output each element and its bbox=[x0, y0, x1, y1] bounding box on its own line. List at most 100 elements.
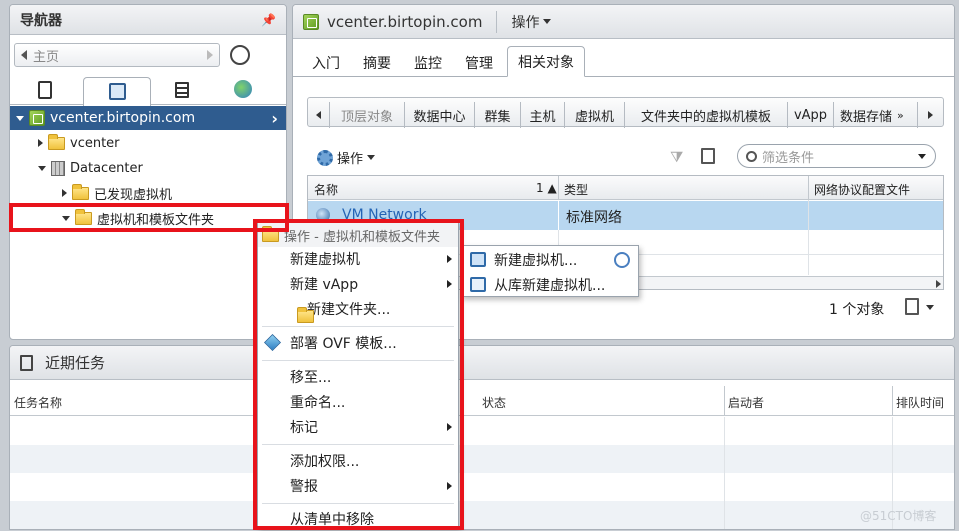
menu-item-tags[interactable]: 标记 bbox=[258, 415, 458, 439]
crumb-scroll-right[interactable] bbox=[918, 102, 942, 128]
menu-item-new-vapp[interactable]: 新建 vApp bbox=[258, 272, 458, 296]
column-divider[interactable] bbox=[808, 176, 809, 200]
scroll-right-icon[interactable] bbox=[936, 280, 941, 288]
crumb-cluster[interactable]: 群集 bbox=[475, 102, 521, 128]
menu-item-rename[interactable]: 重命名... bbox=[258, 390, 458, 414]
crumb-top-level[interactable]: 顶层对象 bbox=[330, 102, 405, 128]
home-nav-bar[interactable]: 主页 bbox=[14, 43, 220, 67]
clear-filter-icon[interactable]: ⧩ bbox=[670, 148, 683, 166]
header-actions-menu[interactable]: 操作 bbox=[511, 12, 552, 32]
filter-placeholder: 筛选条件 bbox=[762, 150, 815, 166]
dropdown-arrow-icon[interactable] bbox=[918, 153, 926, 159]
object-count: 1 个对象 bbox=[829, 302, 885, 318]
collapse-arrow-icon[interactable] bbox=[62, 215, 70, 221]
crumb-vm[interactable]: 虚拟机 bbox=[565, 102, 625, 128]
folder-icon bbox=[48, 133, 65, 150]
back-arrow-icon[interactable] bbox=[21, 50, 27, 60]
collapse-arrow-icon[interactable] bbox=[38, 165, 46, 171]
column-divider[interactable] bbox=[892, 386, 893, 416]
menu-item-new-folder[interactable]: 新建文件夹... bbox=[258, 297, 458, 323]
tab-summary[interactable]: 摘要 bbox=[356, 49, 398, 77]
vms-templates-tab[interactable] bbox=[83, 77, 151, 106]
crumb-datastore[interactable]: 数据存储 » bbox=[834, 102, 918, 128]
tab-manage[interactable]: 管理 bbox=[458, 49, 500, 77]
forward-arrow-icon[interactable] bbox=[207, 50, 213, 60]
crumb-scroll-left[interactable] bbox=[308, 102, 330, 128]
crumb-vm-templates-in-folder[interactable]: 文件夹中的虚拟机模板 bbox=[625, 102, 788, 128]
clock-icon[interactable] bbox=[614, 252, 630, 268]
column-header-task-name[interactable]: 任务名称 bbox=[14, 394, 62, 411]
column-divider[interactable] bbox=[558, 176, 559, 200]
menu-separator bbox=[262, 444, 454, 445]
menu-item-label: 新建文件夹... bbox=[307, 302, 391, 318]
new-vm-submenu: 新建虚拟机... 从库新建虚拟机... bbox=[461, 245, 639, 297]
dropdown-arrow-icon[interactable] bbox=[926, 305, 934, 310]
menu-item-label: 从清单中移除 bbox=[290, 512, 374, 528]
tasks-rows bbox=[10, 417, 954, 529]
network-icon[interactable] bbox=[234, 80, 252, 98]
column-header-initiator[interactable]: 启动者 bbox=[728, 394, 764, 411]
hosts-clusters-icon[interactable] bbox=[38, 81, 52, 99]
home-label[interactable]: 主页 bbox=[33, 46, 59, 65]
expand-arrow-icon[interactable] bbox=[62, 189, 67, 197]
tree-root-selected[interactable]: vcenter.birtopin.com › bbox=[10, 106, 286, 130]
menu-item-label: 重命名... bbox=[290, 395, 346, 411]
vcenter-icon bbox=[29, 110, 45, 126]
tab-getting-started[interactable]: 入门 bbox=[305, 49, 347, 77]
column-header-name[interactable]: 名称 bbox=[314, 181, 338, 198]
dropdown-arrow-icon bbox=[367, 155, 376, 160]
overflow-chevron-icon[interactable]: » bbox=[897, 109, 904, 122]
expand-arrow-icon[interactable] bbox=[38, 139, 43, 147]
row-name-link[interactable]: VM Network bbox=[342, 207, 427, 223]
column-header-status[interactable]: 状态 bbox=[482, 394, 506, 411]
submenu-item-label: 新建虚拟机... bbox=[494, 253, 578, 269]
navigator-title: 导航器 bbox=[20, 12, 62, 29]
menu-item-label: 标记 bbox=[290, 420, 318, 436]
submenu-item-new-vm[interactable]: 新建虚拟机... bbox=[462, 248, 638, 272]
crumb-vapp[interactable]: vApp bbox=[788, 102, 834, 128]
tasks-icon bbox=[20, 354, 33, 371]
collapse-arrow-icon[interactable] bbox=[16, 115, 24, 121]
tree-item-vm-template-folder[interactable]: 虚拟机和模板文件夹 bbox=[62, 207, 214, 229]
tab-related-objects[interactable]: 相关对象 bbox=[507, 46, 585, 77]
submenu-item-label: 从库新建虚拟机... bbox=[494, 278, 606, 294]
root-chevron-icon[interactable]: › bbox=[271, 109, 278, 128]
gear-icon bbox=[317, 149, 333, 166]
crumb-datastore-label: 数据存储 bbox=[840, 109, 893, 125]
menu-item-label: 警报 bbox=[290, 479, 318, 495]
column-header-type[interactable]: 类型 bbox=[564, 181, 588, 198]
scroll-left-icon bbox=[316, 111, 321, 119]
tab-monitor[interactable]: 监控 bbox=[407, 49, 449, 77]
column-divider[interactable] bbox=[724, 386, 725, 416]
menu-item-deploy-ovf[interactable]: 部署 OVF 模板... bbox=[258, 331, 458, 355]
export-icon[interactable] bbox=[701, 148, 715, 164]
crumb-host[interactable]: 主机 bbox=[521, 102, 565, 128]
pin-icon[interactable]: 📌 bbox=[261, 13, 276, 27]
crumb-datacenter[interactable]: 数据中心 bbox=[405, 102, 475, 128]
list-actions-menu[interactable]: 操作 bbox=[317, 148, 376, 167]
column-header-network-protocol-profile[interactable]: 网络协议配置文件 bbox=[814, 181, 910, 198]
history-icon[interactable] bbox=[230, 45, 250, 65]
menu-item-remove-from-inventory[interactable]: 从清单中移除 bbox=[258, 507, 458, 531]
column-header-queued-time[interactable]: 排队时间 bbox=[896, 394, 944, 411]
tree-item-vcenter[interactable]: vcenter bbox=[38, 132, 120, 154]
recent-tasks-panel: 近期任务 任务名称 状态 启动者 排队时间 bbox=[9, 345, 955, 530]
menu-item-add-permission[interactable]: 添加权限... bbox=[258, 449, 458, 473]
storage-icon[interactable] bbox=[175, 82, 189, 98]
tree-item-label: Datacenter bbox=[70, 160, 143, 176]
column-sort-indicator[interactable]: 1 ▲ bbox=[536, 181, 557, 195]
submenu-item-new-vm-from-library[interactable]: 从库新建虚拟机... bbox=[462, 273, 638, 297]
table-header: 名称 1 ▲ 类型 网络协议配置文件 bbox=[308, 176, 943, 200]
menu-item-new-vm[interactable]: 新建虚拟机 bbox=[258, 247, 458, 271]
tree-item-discovered-vms[interactable]: 已发现虚拟机 bbox=[62, 182, 172, 204]
tree-item-datacenter[interactable]: Datacenter bbox=[38, 157, 143, 179]
navigator-header: 导航器 📌 bbox=[10, 5, 286, 35]
grid-line bbox=[808, 200, 809, 275]
view-tabs bbox=[10, 75, 286, 106]
datacenter-icon bbox=[51, 160, 65, 176]
menu-separator bbox=[262, 326, 454, 327]
menu-item-alarms[interactable]: 警报 bbox=[258, 474, 458, 498]
filter-input[interactable]: 筛选条件 bbox=[737, 144, 936, 168]
export-list-icon[interactable] bbox=[905, 298, 919, 315]
menu-item-move-to[interactable]: 移至... bbox=[258, 365, 458, 389]
